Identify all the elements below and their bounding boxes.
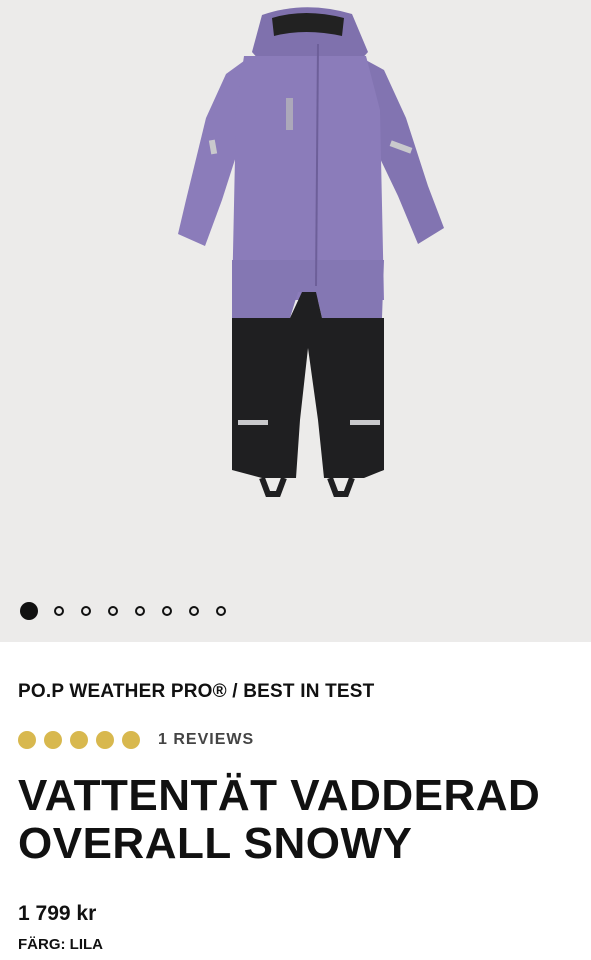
- rating-star-icon: [70, 731, 88, 749]
- gallery-dot-2[interactable]: [54, 606, 64, 616]
- gallery-pagination: [20, 600, 243, 622]
- rating-star-icon: [44, 731, 62, 749]
- brand-line[interactable]: PO.P WEATHER PRO® / BEST IN TEST: [18, 680, 578, 704]
- rating-star-icon: [18, 731, 36, 749]
- gallery-dot-5[interactable]: [135, 606, 145, 616]
- product-price: 1 799 kr: [18, 902, 97, 925]
- rating-star-icon: [122, 731, 140, 749]
- gallery-dot-3[interactable]: [81, 606, 91, 616]
- product-image-gallery[interactable]: [0, 0, 591, 642]
- rating-row[interactable]: 1 REVIEWS: [18, 728, 254, 752]
- product-image-snowsuit[interactable]: [0, 0, 591, 642]
- rating-star-icon: [96, 731, 114, 749]
- gallery-dot-8[interactable]: [216, 606, 226, 616]
- gallery-dot-4[interactable]: [108, 606, 118, 616]
- reviews-link[interactable]: 1 REVIEWS: [158, 731, 254, 749]
- gallery-dot-1[interactable]: [20, 602, 38, 620]
- gallery-dot-7[interactable]: [189, 606, 199, 616]
- color-label: FÄRG: LILA: [18, 936, 103, 953]
- gallery-dot-6[interactable]: [162, 606, 172, 616]
- product-page: PO.P WEATHER PRO® / BEST IN TEST 1 REVIE…: [0, 0, 591, 960]
- product-title: VATTENTÄT VADDERAD OVERALL SNOWY: [18, 771, 541, 868]
- product-info: PO.P WEATHER PRO® / BEST IN TEST 1 REVIE…: [18, 680, 578, 953]
